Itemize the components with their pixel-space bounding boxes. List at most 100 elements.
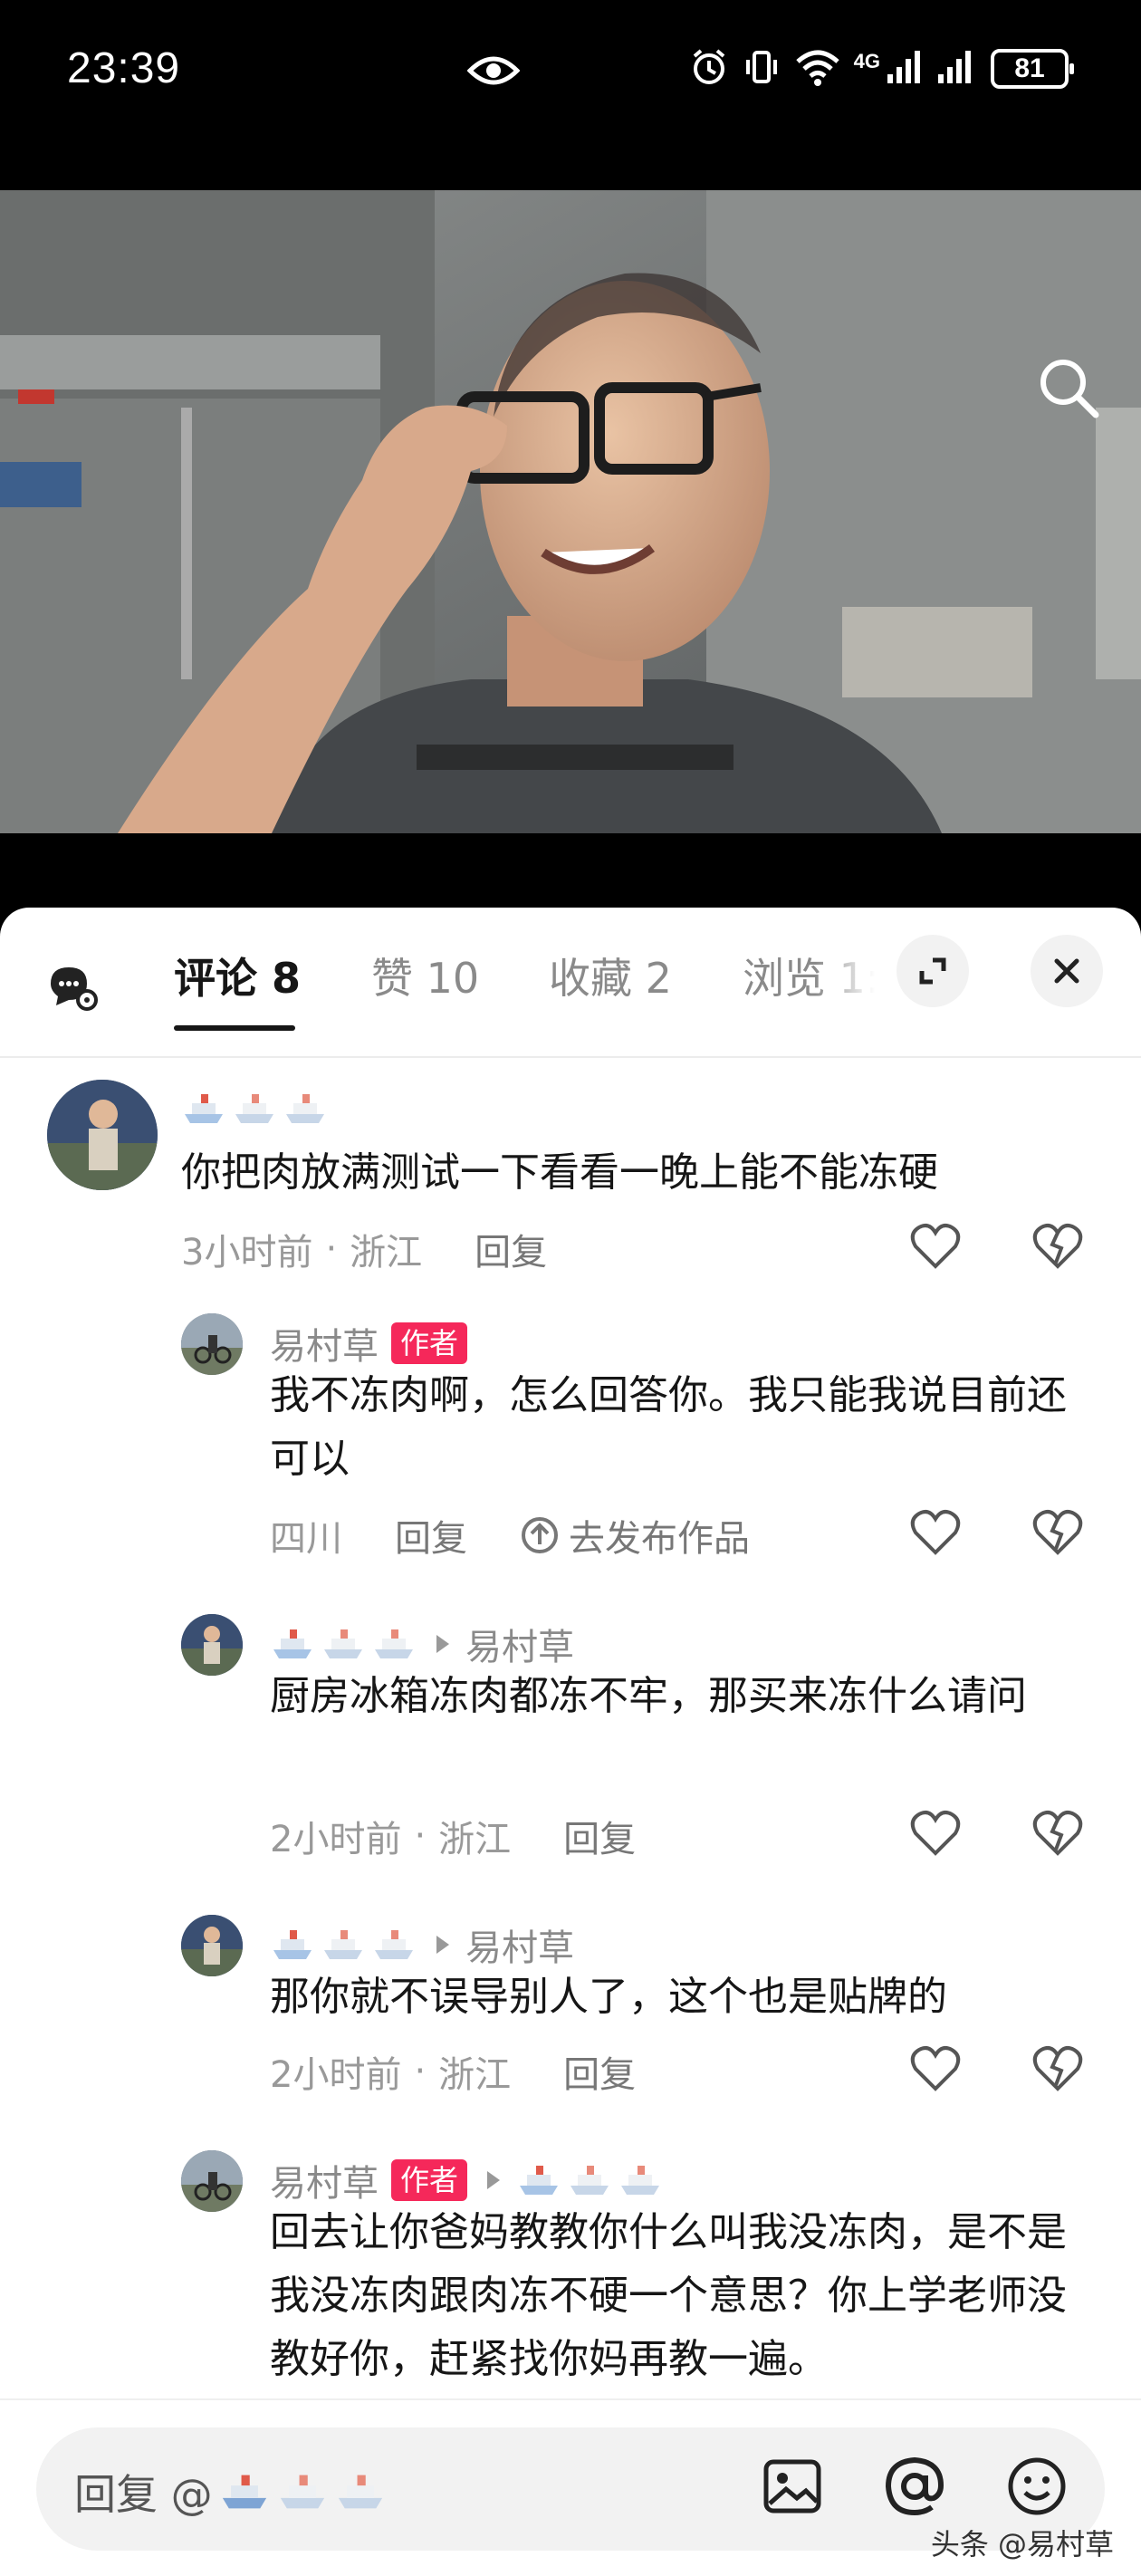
- comment-meta: 2小时前 · 浙江 回复: [270, 2045, 636, 2098]
- publish-work-button[interactable]: 去发布作品: [520, 1509, 750, 1562]
- avatar[interactable]: [181, 1614, 243, 1676]
- avatar[interactable]: [181, 1915, 243, 1976]
- dislike-icon[interactable]: [1032, 1509, 1083, 1560]
- ship-icon: [621, 2166, 660, 2195]
- ship-icon: [185, 1094, 223, 1123]
- ship-icon: [375, 1629, 413, 1658]
- close-icon: [1054, 958, 1079, 984]
- ship-icon: [338, 2475, 382, 2509]
- ship-emoji-icons: [516, 2162, 663, 2198]
- close-button[interactable]: [1031, 935, 1103, 1007]
- comment-location: 浙江: [438, 1819, 512, 1860]
- user-name-text: 易村草: [270, 2163, 379, 2205]
- ship-icon: [235, 1094, 273, 1123]
- publish-label: 去发布作品: [569, 1518, 750, 1560]
- reply-bar: 回复 @ 头条 @易村草: [0, 2398, 1141, 2576]
- upload-icon: [522, 1517, 558, 1553]
- dislike-icon[interactable]: [1032, 1810, 1083, 1860]
- reply-button[interactable]: 回复: [475, 1223, 547, 1275]
- dot-separator: ·: [414, 1815, 427, 1857]
- reply-to-name[interactable]: 易村草: [465, 1618, 574, 1670]
- user-name[interactable]: 易村草: [270, 1618, 574, 1670]
- ship-emoji-icons: [270, 1927, 417, 1963]
- reply-placeholder-text: 回复 @: [74, 2470, 213, 2519]
- tab-favorites[interactable]: 收藏 2: [549, 946, 672, 1005]
- signal-icon-2: [935, 49, 978, 89]
- author-badge: 作者: [391, 1322, 468, 1364]
- user-name[interactable]: 易村草 作者: [270, 2154, 663, 2206]
- comment-location: 四川: [270, 1518, 342, 1560]
- comment-time: 3小时前: [181, 1232, 313, 1274]
- user-name[interactable]: 易村草: [270, 1918, 574, 1971]
- avatar[interactable]: [181, 2150, 243, 2212]
- tab-likes[interactable]: 赞 10: [371, 946, 479, 1005]
- comment-location: 浙江: [438, 2054, 512, 2096]
- ship-emoji-icons: [181, 1091, 328, 1127]
- comment-location: 浙江: [350, 1232, 423, 1274]
- avatar[interactable]: [47, 1080, 158, 1190]
- expand-icon: [919, 957, 946, 985]
- comment-text: 我不冻肉啊，怎么回答你。我只能我说目前还可以: [270, 1372, 1067, 1482]
- ship-emoji-icons: [218, 2471, 387, 2513]
- status-icons: 4G 81: [689, 47, 1074, 91]
- emoji-icon[interactable]: [1005, 2455, 1069, 2522]
- comment-time: 2小时前: [270, 1819, 402, 1860]
- ship-emoji-icons: [270, 1626, 417, 1662]
- tab-comments[interactable]: 评论 8: [174, 946, 301, 1005]
- user-name-text: 易村草: [270, 1326, 379, 1368]
- ship-icon: [520, 2166, 559, 2195]
- like-icon[interactable]: [910, 1509, 961, 1560]
- reply-button[interactable]: 回复: [395, 1509, 467, 1562]
- reply-arrow-icon: [436, 1936, 449, 1954]
- ship-icon: [375, 1930, 413, 1959]
- user-name[interactable]: 易村草 作者: [270, 1317, 468, 1370]
- dislike-icon[interactable]: [1032, 1223, 1083, 1274]
- ship-icon: [273, 1629, 312, 1658]
- comment-meta: 2小时前 · 浙江 回复: [270, 1810, 636, 1862]
- comment-meta: 四川 回复 去发布作品: [270, 1509, 750, 1562]
- reply-arrow-icon: [436, 1635, 449, 1653]
- reply-placeholder: 回复 @: [74, 2462, 387, 2522]
- tab-bar: 评论 8 赞 10 收藏 2 浏览 1:: [0, 908, 1141, 1058]
- reply-to-name[interactable]: 易村草: [465, 1918, 574, 1971]
- user-name[interactable]: [181, 1091, 328, 1127]
- image-icon[interactable]: [761, 2455, 824, 2522]
- active-tab-indicator: [174, 1025, 295, 1031]
- ship-icon: [273, 1930, 312, 1959]
- comment-meta: 3小时前 · 浙江 回复: [181, 1223, 547, 1275]
- expand-button[interactable]: [896, 935, 969, 1007]
- vibrate-icon: [742, 47, 781, 91]
- author-badge: 作者: [391, 2159, 468, 2201]
- like-icon[interactable]: [910, 1223, 961, 1274]
- mention-icon[interactable]: [883, 2455, 946, 2522]
- dot-separator: ·: [325, 1228, 338, 1270]
- status-bar: 23:39 4G 81: [0, 0, 1141, 145]
- comment-text: 那你就不误导别人了，这个也是贴牌的: [270, 1974, 947, 2020]
- video-frame[interactable]: [0, 190, 1141, 833]
- video-image: [0, 190, 1141, 833]
- alarm-icon: [689, 47, 729, 91]
- chat-settings-icon[interactable]: [47, 964, 98, 1014]
- ship-icon: [286, 1094, 324, 1123]
- comment-text: 你把肉放满测试一下看看一晚上能不能冻硬: [181, 1149, 938, 1196]
- dislike-icon[interactable]: [1032, 2045, 1083, 2096]
- comment-text: 厨房冰箱冻肉都冻不牢，那买来冻什么请问: [270, 1673, 1027, 1719]
- reply-button[interactable]: 回复: [563, 1810, 636, 1862]
- comment-panel: 评论 8 赞 10 收藏 2 浏览 1: 你把肉放满测试一下看看一晚上能不能冻硬…: [0, 908, 1141, 2576]
- like-icon[interactable]: [910, 2045, 961, 2096]
- ship-icon: [222, 2475, 266, 2509]
- ship-icon: [324, 1629, 362, 1658]
- status-time: 23:39: [67, 44, 181, 92]
- comment-time: 2小时前: [270, 2054, 402, 2096]
- watermark: 头条 @易村草: [930, 2527, 1114, 2562]
- signal-icon-1: [886, 49, 922, 89]
- like-icon[interactable]: [910, 1810, 961, 1860]
- ship-icon: [570, 2166, 609, 2195]
- avatar[interactable]: [181, 1313, 243, 1375]
- search-icon[interactable]: [1034, 353, 1103, 426]
- ship-icon: [280, 2475, 324, 2509]
- comment-text: 回去让你爸妈教教你什么叫我没冻肉，是不是我没冻肉跟肉冻不硬一个意思？你上学老师没…: [270, 2209, 1067, 2382]
- reply-button[interactable]: 回复: [563, 2045, 636, 2098]
- battery-indicator: 81: [991, 49, 1074, 89]
- wifi-icon: [794, 47, 841, 91]
